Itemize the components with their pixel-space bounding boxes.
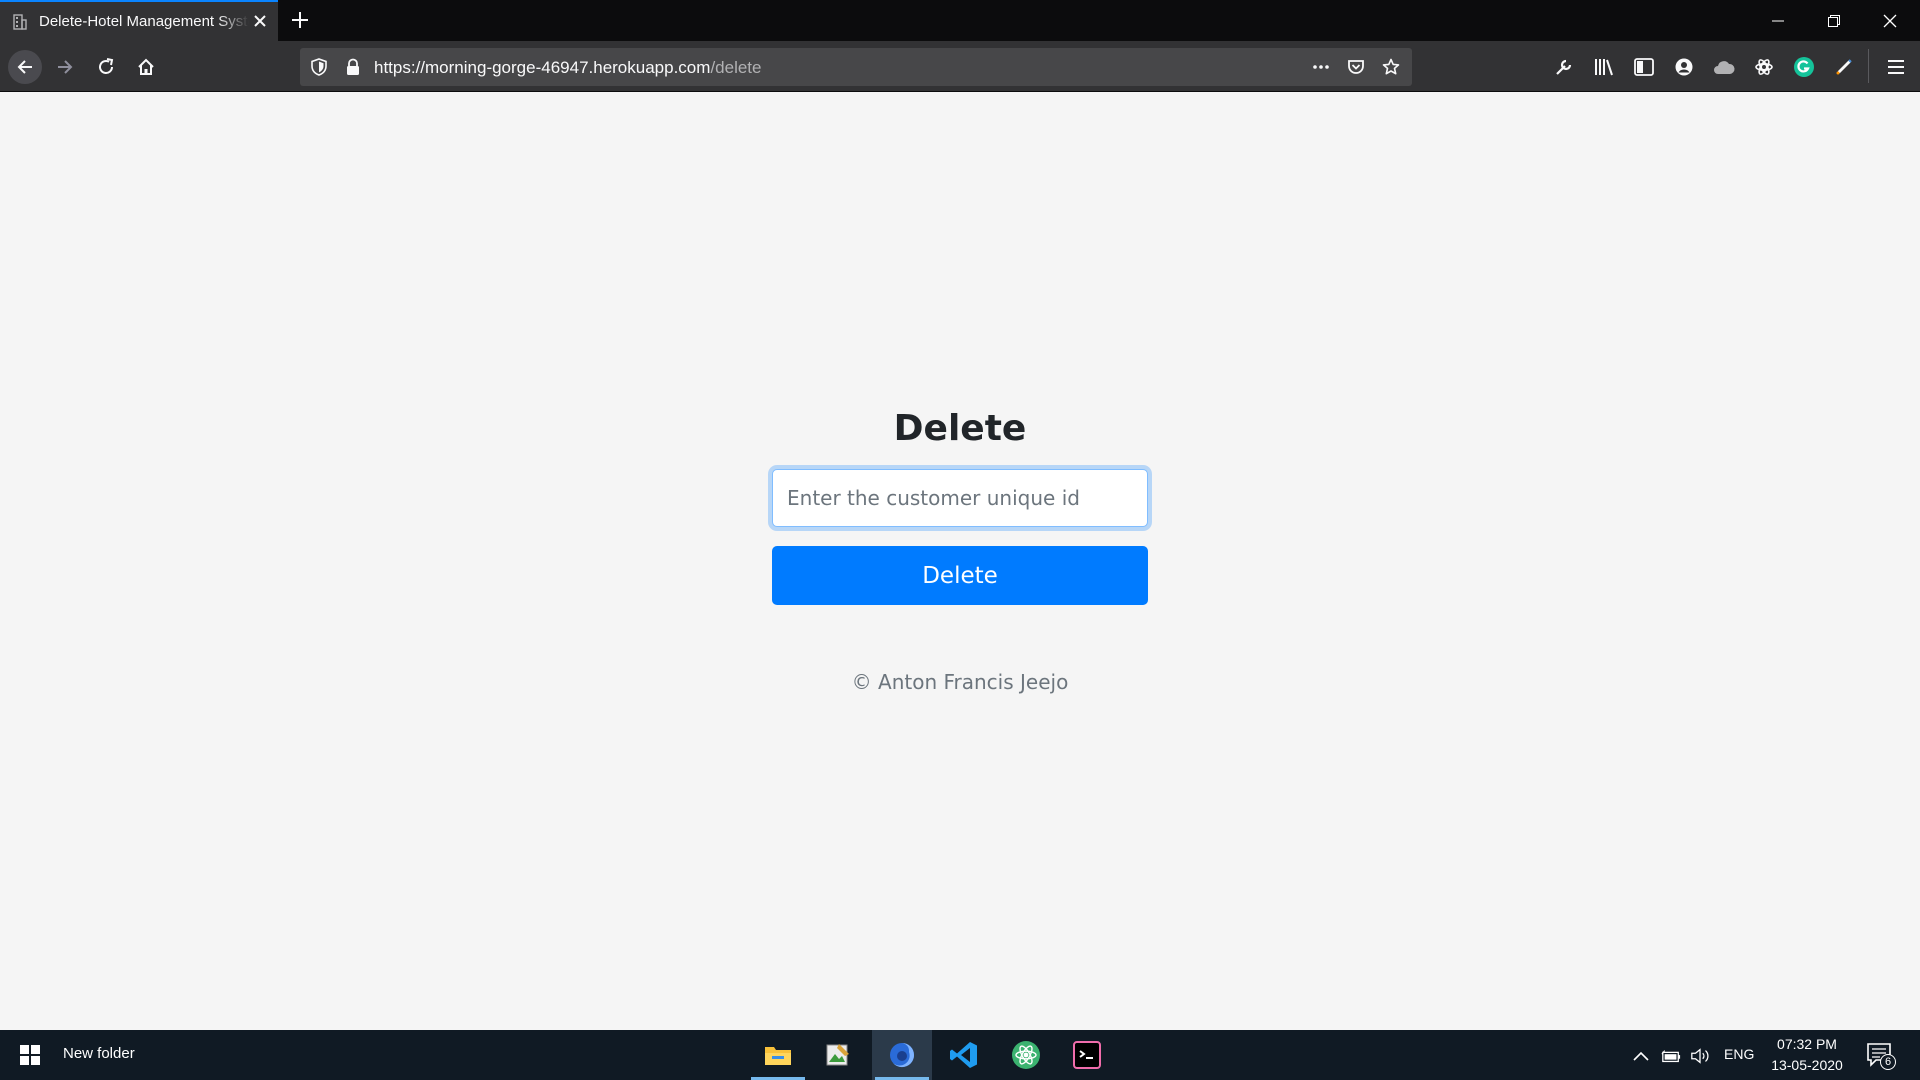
- chevron-up-icon[interactable]: [1631, 1046, 1651, 1066]
- url-text[interactable]: https://morning-gorge-46947.herokuapp.co…: [374, 58, 761, 78]
- notification-count-badge: 6: [1880, 1054, 1896, 1070]
- wrench-icon[interactable]: [1553, 56, 1575, 78]
- clock-date: 13-05-2020: [1771, 1057, 1843, 1073]
- folder-label[interactable]: New folder: [63, 1045, 135, 1062]
- browser-tab[interactable]: Delete-Hotel Management System: [0, 0, 278, 41]
- settings-gear-icon[interactable]: [1753, 56, 1775, 78]
- restore-icon[interactable]: [1806, 0, 1862, 41]
- navigation-bar: https://morning-gorge-46947.herokuapp.co…: [0, 41, 1920, 92]
- taskbar: New folder ENG 07:32 PM 13-05-2020 6: [0, 1030, 1920, 1080]
- battery-icon[interactable]: [1661, 1046, 1681, 1066]
- file-explorer-icon[interactable]: [748, 1030, 808, 1080]
- address-bar[interactable]: https://morning-gorge-46947.herokuapp.co…: [300, 48, 1412, 86]
- clock[interactable]: 07:32 PM 13-05-2020: [1762, 1034, 1852, 1076]
- sidebar-icon[interactable]: [1633, 56, 1655, 78]
- reload-icon[interactable]: [89, 50, 123, 84]
- shield-icon[interactable]: [310, 58, 328, 76]
- more-icon[interactable]: [1312, 58, 1330, 76]
- tab-title: Delete-Hotel Management System: [39, 13, 249, 30]
- pen-icon[interactable]: [1833, 56, 1855, 78]
- customer-id-input[interactable]: [772, 469, 1148, 527]
- lock-icon[interactable]: [344, 58, 362, 76]
- windows-start-icon[interactable]: [0, 1030, 60, 1080]
- page-title: Delete: [893, 408, 1027, 449]
- vscode-icon[interactable]: [934, 1030, 994, 1080]
- footer-copyright: © Anton Francis Jeejo: [851, 670, 1069, 694]
- firefox-icon[interactable]: [872, 1030, 932, 1080]
- url-domain: https://morning-gorge-46947.herokuapp.co…: [374, 58, 711, 77]
- forward-arrow-icon[interactable]: [48, 50, 82, 84]
- url-path: /delete: [710, 58, 762, 77]
- volume-icon[interactable]: [1690, 1046, 1710, 1066]
- star-icon[interactable]: [1382, 58, 1400, 76]
- language-indicator[interactable]: ENG: [1724, 1046, 1754, 1062]
- minimize-icon[interactable]: [1750, 0, 1806, 41]
- cloud-icon[interactable]: [1713, 56, 1735, 78]
- library-icon[interactable]: [1593, 56, 1615, 78]
- close-icon[interactable]: [252, 13, 268, 29]
- toolbar-divider: [1868, 49, 1869, 83]
- page-content: Delete Delete © Anton Francis Jeejo: [0, 92, 1920, 1030]
- tab-bar: Delete-Hotel Management System: [0, 0, 1920, 41]
- building-icon: [13, 13, 27, 30]
- hamburger-menu-icon[interactable]: [1885, 56, 1907, 78]
- pocket-icon[interactable]: [1347, 58, 1365, 76]
- delete-button[interactable]: Delete: [772, 546, 1148, 605]
- close-icon[interactable]: [1862, 0, 1918, 41]
- terminal-icon[interactable]: [1057, 1030, 1117, 1080]
- clock-time: 07:32 PM: [1777, 1036, 1837, 1052]
- grammarly-icon[interactable]: [1793, 56, 1815, 78]
- atom-icon[interactable]: [996, 1030, 1056, 1080]
- back-arrow-icon[interactable]: [8, 50, 42, 84]
- account-icon[interactable]: [1673, 56, 1695, 78]
- plus-icon[interactable]: [290, 10, 310, 30]
- image-app-icon[interactable]: [808, 1030, 868, 1080]
- home-icon[interactable]: [129, 50, 163, 84]
